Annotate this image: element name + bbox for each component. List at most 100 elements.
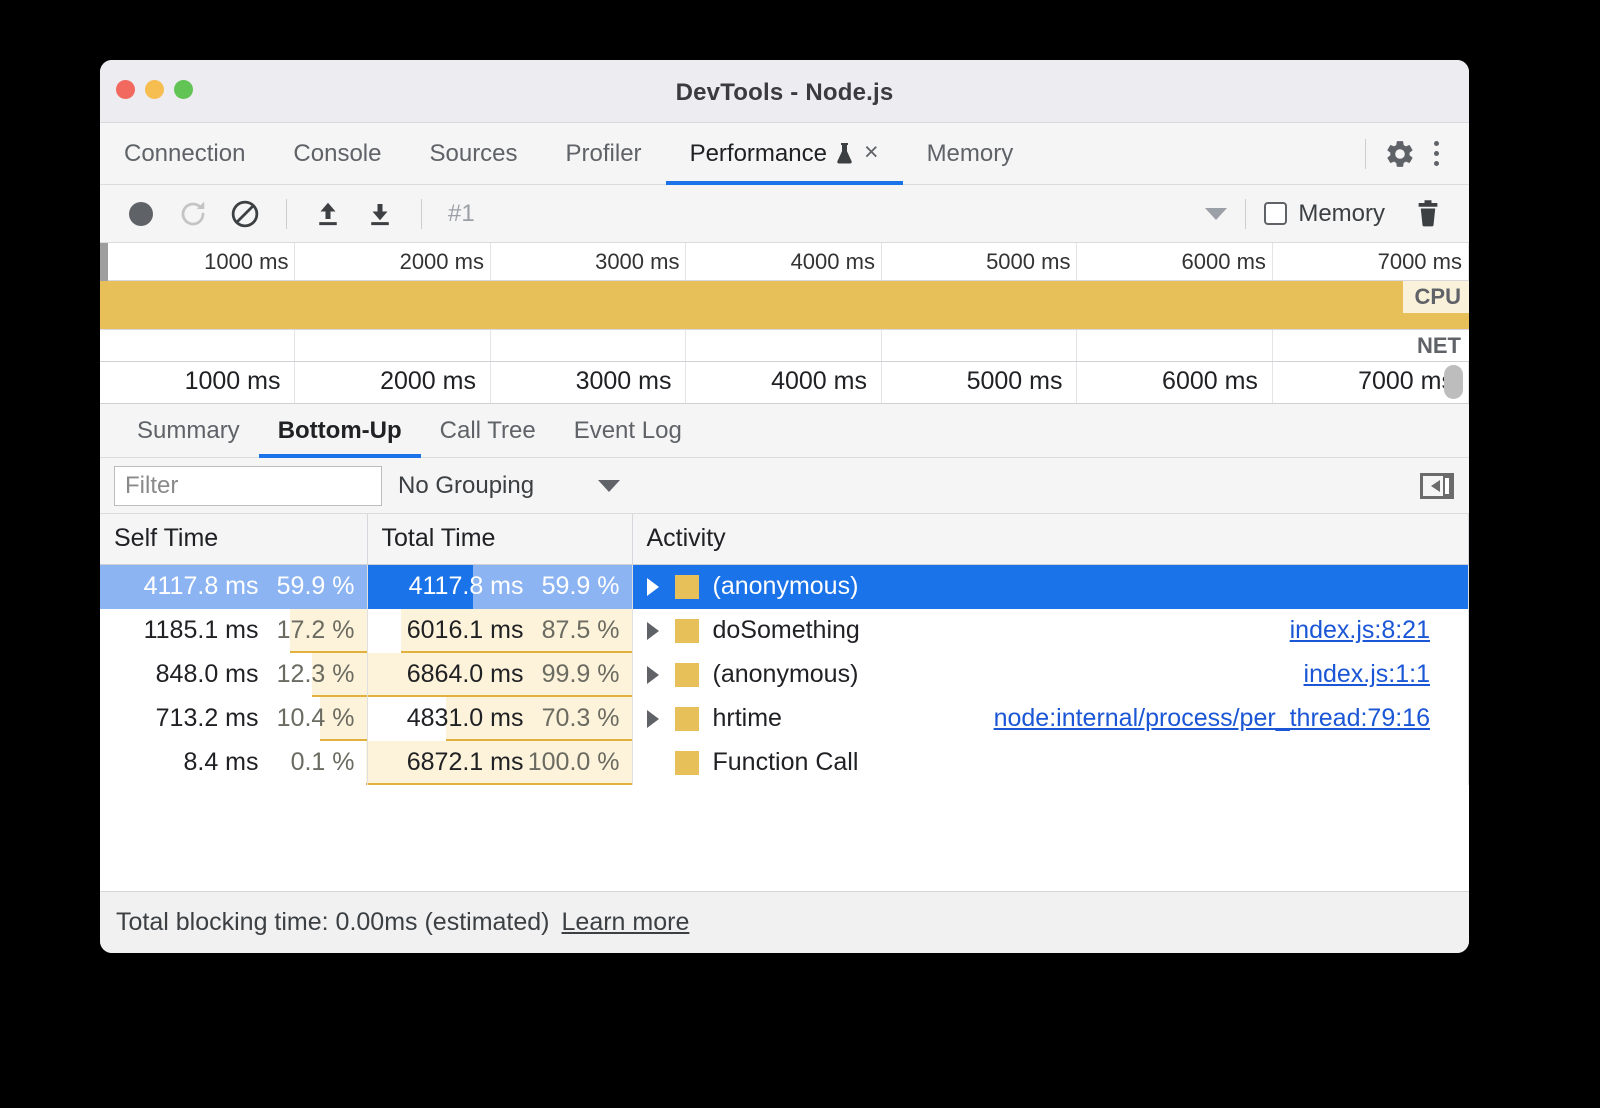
column-header-activity[interactable]: Activity xyxy=(632,514,1469,564)
expand-triangle-icon[interactable] xyxy=(647,622,659,640)
tab-profiler[interactable]: Profiler xyxy=(542,123,666,184)
table-row[interactable]: 713.2 ms 10.4 % 4831.0 ms 70.3 % xyxy=(100,697,1469,741)
tab-event-log[interactable]: Event Log xyxy=(555,404,701,457)
close-tab-icon[interactable]: × xyxy=(864,140,879,165)
divider xyxy=(1365,139,1366,169)
grouping-select[interactable]: No Grouping xyxy=(398,472,620,500)
bottom-up-table[interactable]: Self Time Total Time Activity 4117.8 ms … xyxy=(100,514,1469,891)
reload-icon[interactable] xyxy=(170,191,216,237)
tab-label: Memory xyxy=(927,140,1014,168)
table-header-row: Self Time Total Time Activity xyxy=(100,514,1469,564)
table-row[interactable]: 4117.8 ms 59.9 % 4117.8 ms 59.9 % xyxy=(100,564,1469,609)
ruler-tick-label: 4000 ms xyxy=(771,367,867,396)
ruler-tick-label: 5000 ms xyxy=(967,367,1063,396)
activity-color-swatch xyxy=(675,575,699,599)
trash-icon[interactable] xyxy=(1405,191,1451,237)
sidebar-toggle-icon[interactable] xyxy=(1419,468,1455,504)
total-time-value: 4831.0 ms xyxy=(407,704,524,733)
cell-self-time: 8.4 ms 0.1 % xyxy=(100,741,367,785)
tab-performance[interactable]: Performance × xyxy=(666,123,903,184)
chevron-down-icon xyxy=(598,480,620,492)
activity-color-swatch xyxy=(675,663,699,687)
ruler-tick-label: 7000 ms xyxy=(1378,249,1462,275)
source-link[interactable]: node:internal/process/per_thread:79:16 xyxy=(994,704,1430,733)
learn-more-link[interactable]: Learn more xyxy=(562,908,690,937)
total-time-value: 6864.0 ms xyxy=(407,660,524,689)
cell-self-time: 4117.8 ms 59.9 % xyxy=(100,564,367,609)
cell-self-time: 848.0 ms 12.3 % xyxy=(100,653,367,697)
activity-color-swatch xyxy=(675,751,699,775)
source-link[interactable]: index.js:8:21 xyxy=(1290,616,1430,645)
cell-total-time: 6872.1 ms 100.0 % xyxy=(367,741,632,785)
timeline-left-handle[interactable] xyxy=(100,243,108,281)
tab-connection[interactable]: Connection xyxy=(100,123,269,184)
cpu-activity-band[interactable]: CPU xyxy=(100,281,1469,329)
self-time-value: 4117.8 ms xyxy=(144,572,259,601)
tab-label: Sources xyxy=(429,140,517,168)
ruler-tick-label: 7000 ms xyxy=(1358,367,1454,396)
column-header-self-time[interactable]: Self Time xyxy=(100,514,367,564)
gear-icon[interactable] xyxy=(1384,138,1416,170)
caret-down-icon[interactable] xyxy=(1205,208,1227,220)
net-activity-band[interactable]: NET xyxy=(100,329,1469,361)
tab-summary[interactable]: Summary xyxy=(118,404,259,457)
divider xyxy=(421,199,422,229)
ruler-tick-label: 1000 ms xyxy=(204,249,288,275)
record-circle-icon[interactable] xyxy=(118,191,164,237)
cell-total-time: 4831.0 ms 70.3 % xyxy=(367,697,632,741)
timeline-overview[interactable]: 1000 ms 2000 ms 3000 ms 4000 ms 5000 ms … xyxy=(100,243,1469,404)
self-time-value: 848.0 ms xyxy=(156,660,259,689)
total-time-percent: 99.9 % xyxy=(524,660,620,689)
checkbox-box[interactable] xyxy=(1264,202,1287,225)
memory-checkbox[interactable]: Memory xyxy=(1264,200,1385,228)
cell-activity: (anonymous) index.js:1:1 xyxy=(632,653,1469,697)
activity-color-swatch xyxy=(675,619,699,643)
self-time-value: 713.2 ms xyxy=(156,704,259,733)
table-row[interactable]: 8.4 ms 0.1 % 6872.1 ms 100.0 % xyxy=(100,741,1469,785)
tab-console[interactable]: Console xyxy=(269,123,405,184)
kebab-menu-icon[interactable] xyxy=(1422,133,1451,174)
activity-label: doSomething xyxy=(713,616,860,645)
total-time-percent: 59.9 % xyxy=(524,572,620,601)
total-time-percent: 70.3 % xyxy=(524,704,620,733)
detail-tab-strip: Summary Bottom-Up Call Tree Event Log xyxy=(100,404,1469,458)
table-row[interactable]: 848.0 ms 12.3 % 6864.0 ms 99.9 % xyxy=(100,653,1469,697)
source-link[interactable]: index.js:1:1 xyxy=(1304,660,1430,689)
status-footer: Total blocking time: 0.00ms (estimated) … xyxy=(100,891,1469,953)
total-time-value: 4117.8 ms xyxy=(409,572,524,601)
tabstrip-actions xyxy=(1353,123,1469,184)
download-profile-icon[interactable] xyxy=(357,191,403,237)
timeline-scrollbar-thumb[interactable] xyxy=(1444,365,1463,399)
activity-label: Function Call xyxy=(713,748,859,777)
tab-sources[interactable]: Sources xyxy=(405,123,541,184)
devtools-window: DevTools - Node.js Connection Console So… xyxy=(100,60,1469,953)
self-time-value: 8.4 ms xyxy=(183,748,258,777)
tab-memory[interactable]: Memory xyxy=(903,123,1038,184)
tab-call-tree[interactable]: Call Tree xyxy=(421,404,555,457)
filter-input[interactable] xyxy=(114,466,382,506)
cell-total-time: 6864.0 ms 99.9 % xyxy=(367,653,632,697)
tab-bottom-up[interactable]: Bottom-Up xyxy=(259,404,421,457)
self-time-percent: 12.3 % xyxy=(259,660,355,689)
recording-selector-label[interactable]: #1 xyxy=(448,200,504,228)
activity-label: (anonymous) xyxy=(713,660,859,689)
column-header-total-time[interactable]: Total Time xyxy=(367,514,632,564)
ruler-tick-label: 3000 ms xyxy=(576,367,672,396)
tab-label: Bottom-Up xyxy=(278,417,402,445)
tab-label: Connection xyxy=(124,140,245,168)
upload-profile-icon[interactable] xyxy=(305,191,351,237)
ruler-tick-label: 5000 ms xyxy=(986,249,1070,275)
expand-triangle-icon[interactable] xyxy=(647,710,659,728)
cell-total-time: 6016.1 ms 87.5 % xyxy=(367,609,632,653)
clear-no-entry-icon[interactable] xyxy=(222,191,268,237)
ruler-tick-label: 6000 ms xyxy=(1162,367,1258,396)
total-time-value: 6016.1 ms xyxy=(407,616,524,645)
cell-activity: Function Call xyxy=(632,741,1469,785)
table-row[interactable]: 1185.1 ms 17.2 % 6016.1 ms 87.5 % xyxy=(100,609,1469,653)
total-blocking-time-text: Total blocking time: 0.00ms (estimated) xyxy=(116,908,550,937)
window-titlebar: DevTools - Node.js xyxy=(100,60,1469,123)
expand-triangle-icon[interactable] xyxy=(647,578,659,596)
tab-label: Call Tree xyxy=(440,417,536,445)
expand-triangle-icon[interactable] xyxy=(647,666,659,684)
ruler-tick-label: 2000 ms xyxy=(380,367,476,396)
